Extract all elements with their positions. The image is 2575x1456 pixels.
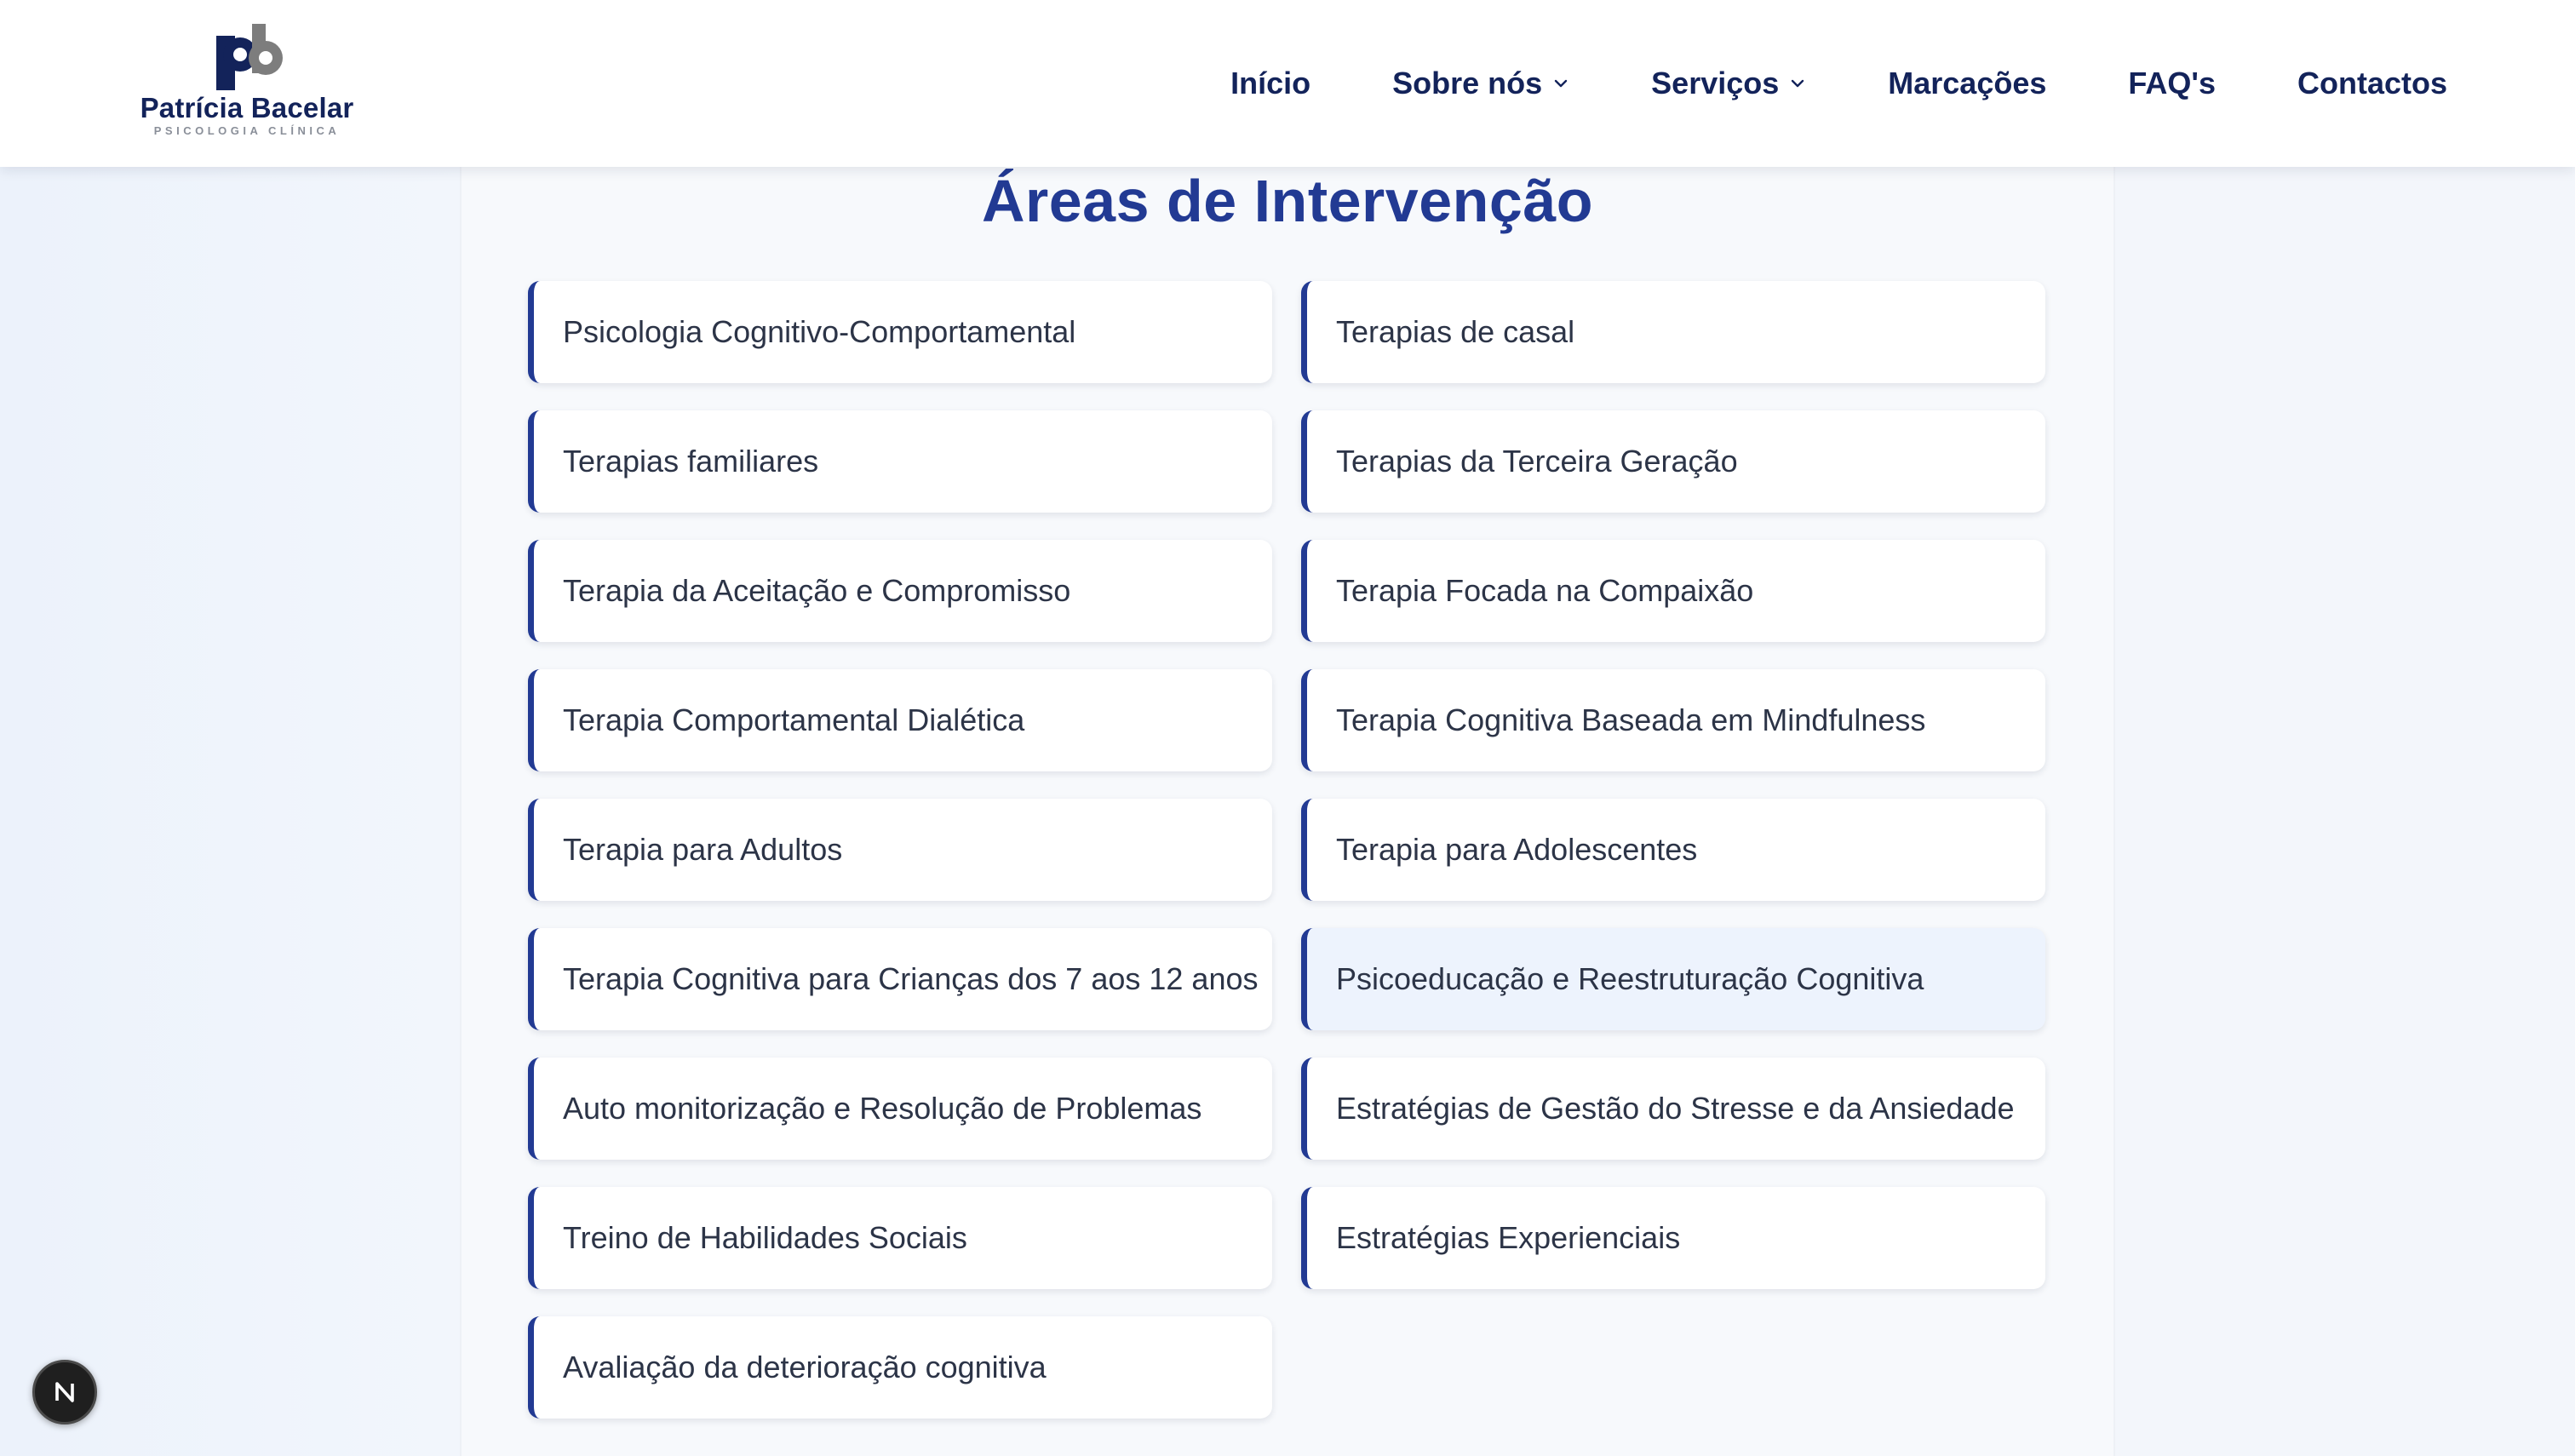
nav-item-label: Início [1230, 66, 1311, 100]
area-card[interactable]: Auto monitorização e Resolução de Proble… [528, 1058, 1272, 1160]
chevron-down-icon [1554, 79, 1568, 88]
area-card[interactable]: Estratégias Experienciais [1301, 1187, 2045, 1289]
area-card[interactable]: Terapia Cognitiva Baseada em Mindfulness [1301, 669, 2045, 771]
nav-item-contactos[interactable]: Contactos [2297, 66, 2447, 101]
nav-item-sobre-nos[interactable]: Sobre nós [1392, 66, 1569, 101]
area-card[interactable]: Terapia para Adolescentes [1301, 799, 2045, 901]
area-card[interactable]: Terapias da Terceira Geração [1301, 410, 2045, 513]
logo-pb-icon [216, 24, 283, 90]
brand-subtitle: PSICOLOGIA CLÍNICA [153, 124, 341, 137]
area-card[interactable]: Terapia Comportamental Dialética [528, 669, 1272, 771]
right-background [2115, 0, 2575, 1456]
nav-item-label: Sobre nós [1392, 66, 1543, 100]
nav-item-label: Contactos [2297, 66, 2447, 100]
nav-item-inicio[interactable]: Início [1230, 66, 1310, 101]
intervention-areas-grid: Psicologia Cognitivo-Comportamental Tera… [528, 281, 2047, 1419]
nav-item-faqs[interactable]: FAQ's [2128, 66, 2216, 101]
nav-item-label: Marcações [1888, 66, 2047, 100]
area-card[interactable]: Terapia Cognitiva para Crianças dos 7 ao… [528, 928, 1272, 1030]
area-card[interactable]: Estratégias de Gestão do Stresse e da An… [1301, 1058, 2045, 1160]
brand-name: Patrícia Bacelar [140, 92, 354, 123]
site-header: Patrícia Bacelar PSICOLOGIA CLÍNICA Iníc… [0, 0, 2575, 167]
area-card[interactable]: Psicologia Cognitivo-Comportamental [528, 281, 1272, 383]
main-nav: Início Sobre nós Serviços Marcações FAQ'… [1230, 63, 2447, 104]
nextjs-dev-indicator-icon [55, 1382, 74, 1402]
area-card[interactable]: Treino de Habilidades Sociais [528, 1187, 1272, 1289]
chevron-down-icon [1792, 79, 1804, 88]
area-card[interactable]: Avaliação da deterioração cognitiva [528, 1316, 1272, 1419]
area-card[interactable]: Terapias familiares [528, 410, 1272, 513]
nav-item-label: Serviços [1651, 66, 1780, 100]
site-logo[interactable]: Patrícia Bacelar PSICOLOGIA CLÍNICA [136, 24, 358, 143]
nav-item-servicos[interactable]: Serviços [1651, 66, 1806, 101]
area-card[interactable]: Terapia Focada na Compaixão [1301, 540, 2045, 642]
area-card[interactable]: Terapias de casal [1301, 281, 2045, 383]
nav-item-marcacoes[interactable]: Marcações [1888, 66, 2046, 101]
section-title: Áreas de Intervenção [981, 168, 1594, 234]
nextjs-dev-indicator-button[interactable] [32, 1360, 97, 1424]
nav-item-label: FAQ's [2128, 66, 2216, 100]
area-card[interactable]: Terapia da Aceitação e Compromisso [528, 540, 1272, 642]
area-card-hovered[interactable]: Psicoeducação e Reestruturação Cognitiva [1301, 928, 2045, 1030]
area-card[interactable]: Terapia para Adultos [528, 799, 1272, 901]
